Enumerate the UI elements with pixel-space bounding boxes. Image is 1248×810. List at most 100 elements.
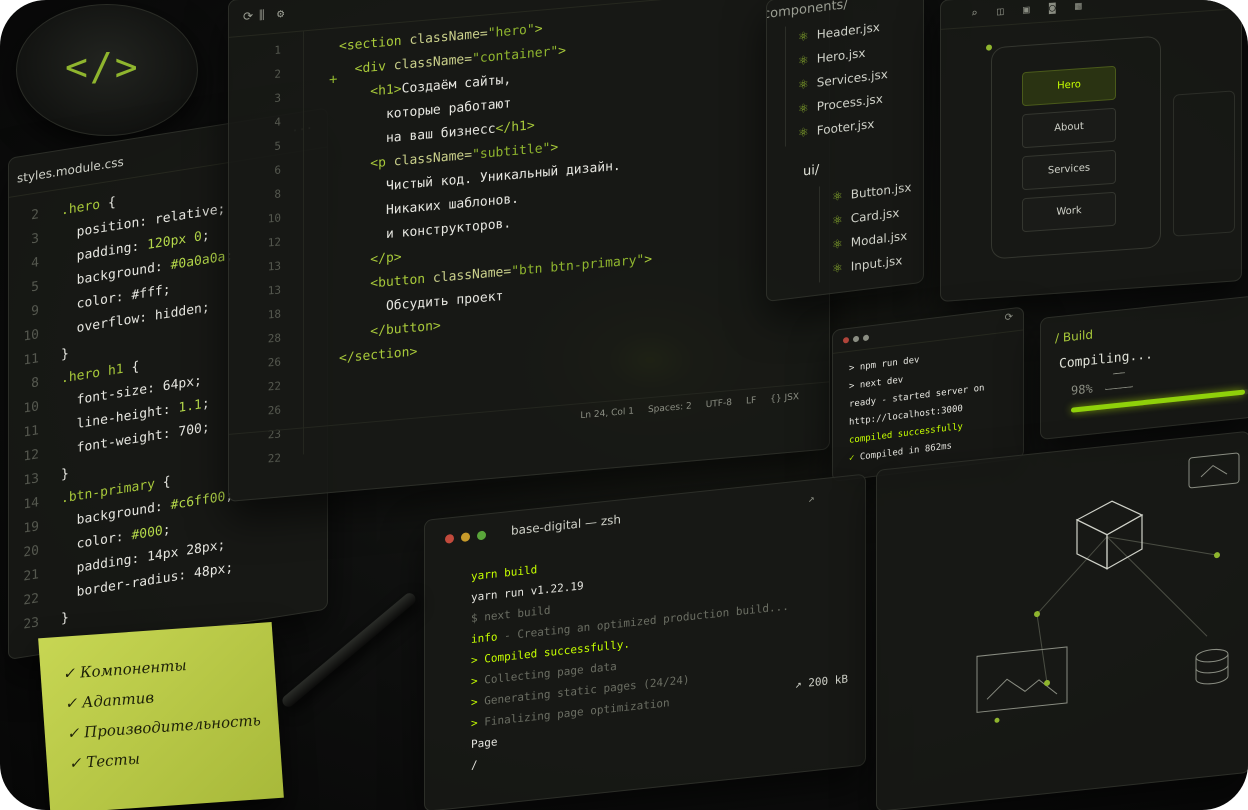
code-token: className= — [393, 51, 473, 74]
workspace-scene: </> styles.module.css ··· 2.hero {3 posi… — [0, 0, 1248, 810]
css-filename[interactable]: styles.module.css — [17, 155, 124, 186]
status-item[interactable]: {} JSX — [770, 392, 799, 405]
file-tree-panel: components/ ⚛ Header.jsx ⚛ Hero.jsx ⚛ Service… — [766, 0, 924, 303]
phone-frame: Hero About Services Work — [986, 35, 1161, 260]
code-token: { — [123, 359, 140, 377]
file-name: Header.jsx — [816, 20, 880, 42]
close-dot[interactable] — [843, 336, 849, 344]
editor-code: <section className= "hero" > <div classNam… — [339, 8, 652, 371]
preview-panel: ⌕ ◫ ▣ ◙ ▦ Hero About Services Work — [940, 0, 1242, 302]
code-token: } — [61, 466, 69, 483]
file-name: Modal.jsx — [850, 228, 908, 250]
react-icon: ⚛ — [832, 260, 843, 276]
ui-folder[interactable]: ui/ — [803, 162, 819, 179]
code-token: </button> — [339, 318, 441, 343]
build-progress-track — [1071, 389, 1248, 413]
expand-icon[interactable]: ↗ — [808, 492, 815, 505]
code-token: <div — [339, 58, 394, 79]
minimize-dot[interactable] — [853, 335, 859, 343]
logo-coaster: </> — [16, 4, 198, 136]
react-icon: ⚛ — [798, 28, 809, 45]
file-name: Card.jsx — [850, 205, 900, 226]
react-icon: ⚛ — [798, 76, 809, 93]
minimize-dot[interactable] — [461, 532, 470, 543]
code-token: 120px 0 — [147, 229, 202, 253]
add-line-icon[interactable]: + — [329, 71, 337, 88]
database-icon — [1195, 648, 1229, 685]
maximize-dot[interactable] — [477, 530, 486, 541]
code-token: <button — [339, 271, 433, 295]
zsh-terminal: base-digital — zsh yarn build yarn run v1… — [424, 473, 866, 810]
cube-icon — [1075, 500, 1144, 570]
preview-nav-services[interactable]: Services — [1022, 149, 1116, 191]
preview-nav-hero[interactable]: Hero — [1022, 65, 1116, 107]
editor-statusbar: Ln 24, Col 1 Spaces: 2 UTF-8 LF {} JSX — [229, 381, 829, 463]
code-token: info — [471, 630, 498, 647]
code-token: #000 — [131, 523, 163, 544]
code-token: > — [558, 43, 566, 60]
code-token: > — [550, 140, 559, 156]
code-token: > — [471, 715, 485, 731]
diagram-panel — [876, 430, 1248, 810]
code-token: { — [154, 474, 171, 492]
camera-icon[interactable]: ◙ — [1049, 1, 1056, 14]
code-token: <h1> — [339, 81, 402, 103]
code-token: 1.1 — [178, 397, 202, 417]
dev-terminal: ⟳ > npm run dev > next dev ready - started… — [832, 306, 1024, 482]
code-token: ; — [162, 522, 171, 539]
code-token: / — [471, 758, 478, 773]
code-token: ; — [201, 228, 210, 245]
code-token: ; — [201, 396, 210, 413]
settings-icon[interactable]: ⚙ — [277, 6, 284, 21]
code-token: #0a0a0a — [170, 249, 226, 274]
search-icon[interactable]: ⌕ — [971, 6, 978, 19]
code-token: .hero — [61, 197, 101, 219]
editor-gutter: 1 2 3 4 5 6 8 10 12 13 13 18 28 26 22 26 23 22 — [229, 30, 304, 466]
code-token: className= — [432, 264, 512, 287]
split-icon[interactable]: ⫼ — [259, 8, 265, 23]
preview-nav-about[interactable]: About — [1022, 107, 1116, 149]
react-icon: ⚛ — [798, 124, 809, 141]
build-percent: 98% — [1071, 381, 1093, 398]
code-token: Page — [471, 735, 498, 752]
maximize-dot[interactable] — [863, 334, 869, 342]
status-item[interactable]: LF — [746, 396, 756, 407]
image-icon[interactable]: ▣ — [1023, 3, 1030, 16]
code-token: </p> — [339, 249, 402, 271]
image-placeholder-icon — [976, 646, 1068, 713]
code-token: { — [100, 194, 116, 213]
code-token: "hero" — [487, 22, 535, 42]
file-name: Footer.jsx — [816, 116, 875, 138]
refresh-icon[interactable]: ⟳ — [1005, 312, 1013, 324]
code-token: > — [471, 673, 485, 689]
react-icon: ⚛ — [832, 188, 843, 204]
preview-toolbar: ⌕ ◫ ▣ ◙ ▦ — [941, 0, 1241, 30]
code-token: > — [644, 251, 653, 268]
code-token: <section — [339, 33, 410, 55]
react-icon: ⚛ — [832, 212, 843, 228]
line-number: 23 — [23, 615, 39, 633]
status-dot — [986, 44, 992, 51]
preview-nav-work[interactable]: Work — [1022, 191, 1116, 233]
code-token: "container" — [472, 44, 559, 67]
refresh-icon[interactable]: ⟳ — [243, 9, 253, 24]
diagram-svg — [976, 452, 1240, 723]
code-token: </section> — [339, 344, 418, 367]
terminal-title: base-digital — zsh — [511, 512, 622, 538]
components-folder[interactable]: components/ — [766, 0, 848, 22]
react-icon: ⚛ — [798, 52, 809, 69]
status-item[interactable]: Ln 24, Col 1 — [580, 406, 634, 421]
sticky-note: ✓ Компоненты ✓ Адаптив ✓ Производительност… — [38, 622, 284, 810]
file-name: Process.jsx — [816, 91, 883, 114]
status-item[interactable]: UTF-8 — [706, 398, 732, 410]
code-token: } — [61, 346, 69, 363]
grid-icon[interactable]: ▦ — [1075, 0, 1082, 13]
file-name: Button.jsx — [850, 180, 912, 202]
code-token: #c6ff00 — [170, 489, 226, 514]
status-item[interactable]: Spaces: 2 — [648, 401, 692, 415]
code-token: } — [61, 610, 69, 627]
code-token: </h1> — [495, 118, 535, 137]
close-dot[interactable] — [445, 533, 454, 544]
code-logo: </> — [65, 45, 140, 89]
layers-icon[interactable]: ◫ — [997, 5, 1004, 18]
